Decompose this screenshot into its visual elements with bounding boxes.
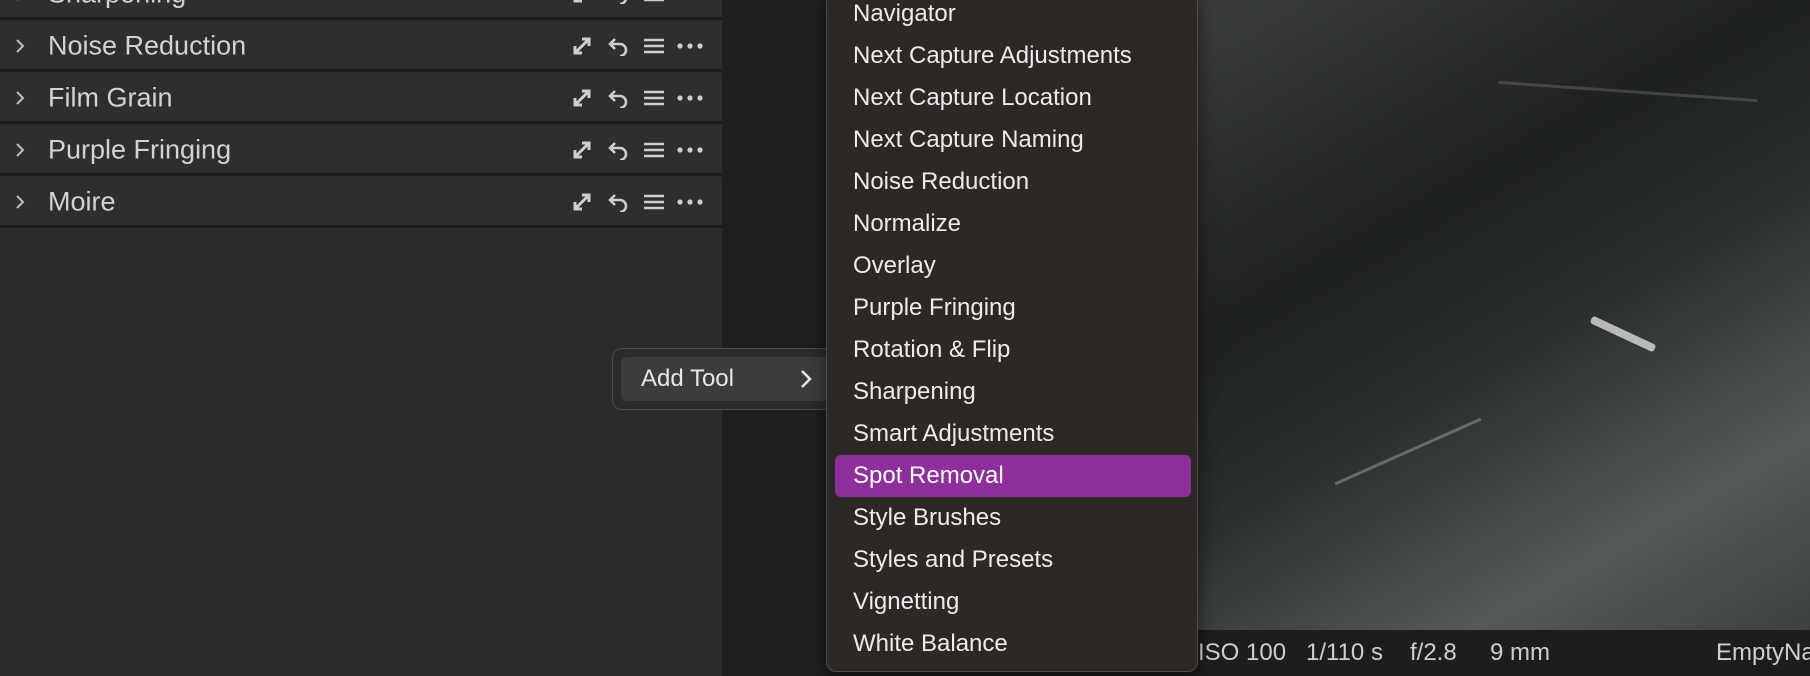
menu-item-label: Rotation & Flip (853, 336, 1011, 363)
reset-icon[interactable] (604, 0, 632, 8)
more-icon[interactable] (676, 136, 704, 164)
menu-item-label: Next Capture Adjustments (853, 42, 1132, 69)
menu-item-style-brushes[interactable]: Style Brushes (835, 497, 1191, 539)
add-tool-label: Add Tool (641, 365, 734, 392)
menu-item-label: Noise Reduction (853, 168, 1030, 195)
presets-icon[interactable] (640, 32, 668, 60)
menu-item-normalize[interactable]: Normalize (835, 203, 1191, 245)
menu-item-label: Navigator (853, 0, 956, 27)
menu-item-label: Styles and Presets (853, 546, 1054, 573)
menu-item-smart-adjustments[interactable]: Smart Adjustments (835, 413, 1191, 455)
presets-icon[interactable] (640, 136, 668, 164)
presets-icon[interactable] (640, 84, 668, 112)
aperture-value: f/2.8 (1410, 639, 1457, 666)
menu-item-label: Style Brushes (853, 504, 1002, 531)
menu-item-label: Purple Fringing (853, 294, 1016, 321)
more-icon[interactable] (676, 0, 704, 8)
menu-item-vignetting[interactable]: Vignetting (835, 581, 1191, 623)
menu-item-next-capture-adjustments[interactable]: Next Capture Adjustments (835, 35, 1191, 77)
tool-row-label: Moire (48, 186, 116, 216)
chevron-right-icon[interactable] (12, 194, 28, 210)
expand-icon[interactable] (568, 0, 596, 8)
context-menu: Add Tool (612, 348, 842, 410)
menu-item-label: Overlay (853, 252, 936, 279)
menu-item-overlay[interactable]: Overlay (835, 245, 1191, 287)
tool-row-film-grain[interactable]: Film Grain (0, 74, 722, 124)
status-bar: ISO 100 1/110 s f/2.8 9 mm EmptyNa (1198, 630, 1810, 676)
menu-item-label: Smart Adjustments (853, 420, 1055, 447)
menu-item-label: Next Capture Location (853, 84, 1092, 111)
reset-icon[interactable] (604, 136, 632, 164)
tools-panel: Sharpening Noise Reduction Film Grain (0, 0, 722, 676)
viewer-background (722, 0, 826, 676)
menu-item-label: Spot Removal (853, 462, 1004, 489)
more-icon[interactable] (676, 84, 704, 112)
add-tool-submenu: Navigator Next Capture Adjustments Next … (826, 0, 1198, 672)
menu-item-rotation-flip[interactable]: Rotation & Flip (835, 329, 1191, 371)
tool-row-purple-fringing[interactable]: Purple Fringing (0, 126, 722, 176)
presets-icon[interactable] (640, 0, 668, 8)
tool-row-label: Noise Reduction (48, 30, 247, 60)
menu-item-white-balance[interactable]: White Balance (835, 623, 1191, 665)
chevron-right-icon (801, 370, 812, 388)
menu-item-sharpening[interactable]: Sharpening (835, 371, 1191, 413)
menu-item-label: Normalize (853, 210, 962, 237)
tool-row-sharpening[interactable]: Sharpening (0, 0, 722, 20)
shutter-value: 1/110 s (1306, 639, 1383, 666)
expand-icon[interactable] (568, 32, 596, 60)
menu-item-navigator[interactable]: Navigator (835, 0, 1191, 35)
presets-icon[interactable] (640, 188, 668, 216)
tool-row-label: Sharpening (48, 0, 186, 9)
photo-highlight (1589, 315, 1657, 353)
expand-icon[interactable] (568, 136, 596, 164)
reset-icon[interactable] (604, 32, 632, 60)
menu-item-label: Vignetting (853, 588, 960, 615)
chevron-right-icon[interactable] (12, 0, 28, 2)
menu-item-next-capture-naming[interactable]: Next Capture Naming (835, 119, 1191, 161)
chevron-right-icon[interactable] (12, 38, 28, 54)
menu-item-spot-removal[interactable]: Spot Removal (835, 455, 1191, 497)
focal-length-value: 9 mm (1490, 639, 1550, 666)
more-icon[interactable] (676, 188, 704, 216)
expand-icon[interactable] (568, 84, 596, 112)
photo-streak (1498, 80, 1758, 103)
iso-value: ISO 100 (1198, 639, 1287, 666)
add-tool-menu-item[interactable]: Add Tool (621, 357, 831, 401)
tool-row-noise-reduction[interactable]: Noise Reduction (0, 22, 722, 72)
menu-item-noise-reduction[interactable]: Noise Reduction (835, 161, 1191, 203)
menu-item-styles-and-presets[interactable]: Styles and Presets (835, 539, 1191, 581)
chevron-right-icon[interactable] (12, 142, 28, 158)
tool-row-label: Film Grain (48, 82, 173, 112)
photo-viewer[interactable] (1198, 0, 1810, 630)
menu-item-label: Sharpening (853, 378, 976, 405)
tool-row-label: Purple Fringing (48, 134, 232, 164)
expand-icon[interactable] (568, 188, 596, 216)
reset-icon[interactable] (604, 84, 632, 112)
filename-value: EmptyNa (1716, 639, 1810, 666)
more-icon[interactable] (676, 32, 704, 60)
menu-item-label: White Balance (853, 630, 1008, 657)
menu-item-next-capture-location[interactable]: Next Capture Location (835, 77, 1191, 119)
menu-item-purple-fringing[interactable]: Purple Fringing (835, 287, 1191, 329)
menu-item-label: Next Capture Naming (853, 126, 1084, 153)
reset-icon[interactable] (604, 188, 632, 216)
photo-streak (1334, 417, 1482, 486)
chevron-right-icon[interactable] (12, 90, 28, 106)
tool-row-moire[interactable]: Moire (0, 178, 722, 228)
